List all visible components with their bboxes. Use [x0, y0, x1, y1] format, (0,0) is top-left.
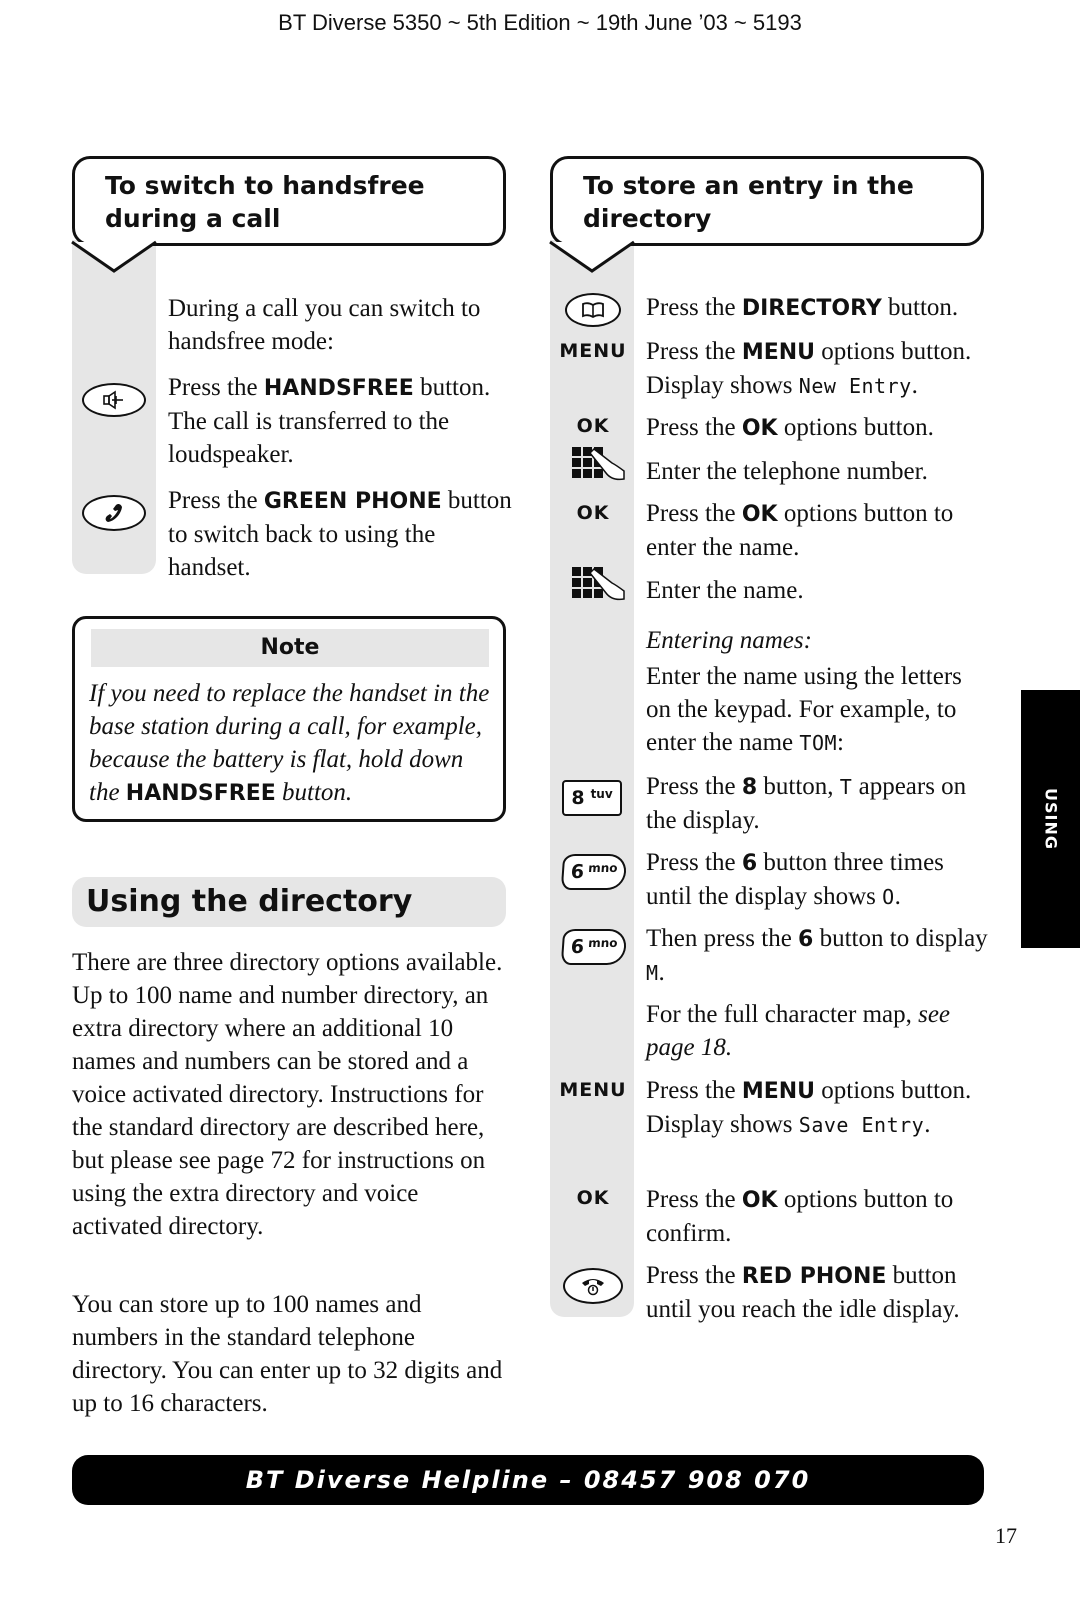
- store-step-4: Enter the telephone number.: [646, 458, 928, 485]
- menu-label-icon-2: MENU: [559, 1079, 627, 1101]
- store-entry-heading-text: To store an entry in the directory: [583, 171, 914, 233]
- store-step-8: Press the 8 button, T appears on the dis…: [646, 773, 967, 834]
- key-8-icon: 8 tuv: [561, 779, 623, 817]
- lcd-text: M: [646, 961, 659, 985]
- handsfree-key: HANDSFREE: [263, 376, 414, 401]
- lcd-text: T: [839, 775, 853, 799]
- lcd-text: TOM: [799, 731, 838, 755]
- note-box: Note If you need to replace the handset …: [72, 616, 506, 822]
- note-body: If you need to replace the handset in th…: [89, 680, 490, 806]
- store-step-6: Enter the name.: [646, 577, 804, 604]
- ok-label-icon-2: OK: [576, 502, 610, 524]
- green-phone-button-icon: [80, 495, 148, 531]
- note-handsfree-key: HANDSFREE: [125, 781, 276, 806]
- store-entry-heading: To store an entry in the directory: [550, 156, 984, 246]
- store-step-12: Press the MENU options button. Display s…: [646, 1077, 972, 1138]
- store-step-11: For the full character map, see page 18.: [646, 1001, 951, 1061]
- helpline-banner: BT Diverse Helpline – 08457 908 070: [72, 1455, 984, 1505]
- menu-label-icon: MENU: [559, 340, 627, 362]
- section-side-tab: USING: [1021, 690, 1080, 948]
- page-number: 17: [995, 1523, 1017, 1548]
- lcd-text: Save Entry: [798, 1113, 925, 1137]
- directory-paragraph-2: You can store up to 100 names and number…: [72, 1291, 503, 1417]
- store-step-10: Then press the 6 button to display M.: [646, 925, 988, 986]
- handsfree-button-icon: [80, 383, 148, 417]
- ok-label-icon-3: OK: [576, 1187, 610, 1209]
- section-heading: Using the directory: [72, 877, 506, 927]
- red-phone-button-icon: [560, 1268, 626, 1304]
- store-step-3: Press the OK options button.: [646, 414, 934, 441]
- store-step-13: Press the OK options button to confirm.: [646, 1186, 954, 1247]
- handsfree-heading: To switch to handsfree during a call: [72, 156, 506, 246]
- store-step-7: Entering names: Enter the name using the…: [646, 624, 991, 760]
- green-phone-key: GREEN PHONE: [263, 489, 442, 514]
- store-step-14: Press the RED PHONE button until you rea…: [646, 1262, 960, 1323]
- store-step-5: Press the OK options button to enter the…: [646, 500, 954, 561]
- lcd-text: New Entry: [798, 374, 912, 398]
- store-step-9: Press the 6 button three times until the…: [646, 849, 944, 910]
- running-header: BT Diverse 5350 ~ 5th Edition ~ 19th Jun…: [278, 10, 802, 35]
- key-6-icon-2: 6 mno: [560, 928, 628, 966]
- store-step-1: Press the DIRECTORY button.: [646, 294, 959, 321]
- side-tab-label: USING: [1041, 788, 1060, 850]
- handsfree-intro: During a call you can switch to handsfre…: [168, 295, 481, 355]
- keypad-icon-2: [572, 567, 626, 607]
- handsfree-step-1: Press the HANDSFREE button. The call is …: [168, 374, 491, 468]
- note-title: Note: [91, 629, 489, 667]
- entering-names-subheading: Entering names:: [646, 627, 812, 654]
- handsfree-step-2: Press the GREEN PHONE button to switch b…: [168, 487, 512, 581]
- ok-label-icon: OK: [576, 415, 610, 437]
- store-entry-callout-tail: [549, 240, 635, 273]
- keypad-icon: [572, 447, 626, 487]
- handsfree-callout-tail: [71, 240, 157, 273]
- store-step-2: Press the MENU options button. Display s…: [646, 338, 972, 399]
- handsfree-heading-text: To switch to handsfree during a call: [105, 171, 425, 233]
- lcd-text: O: [882, 885, 895, 909]
- key-6-icon: 6 mno: [560, 853, 628, 891]
- directory-paragraph-1: There are three directory options availa…: [72, 949, 503, 1240]
- directory-button-icon: [560, 293, 626, 327]
